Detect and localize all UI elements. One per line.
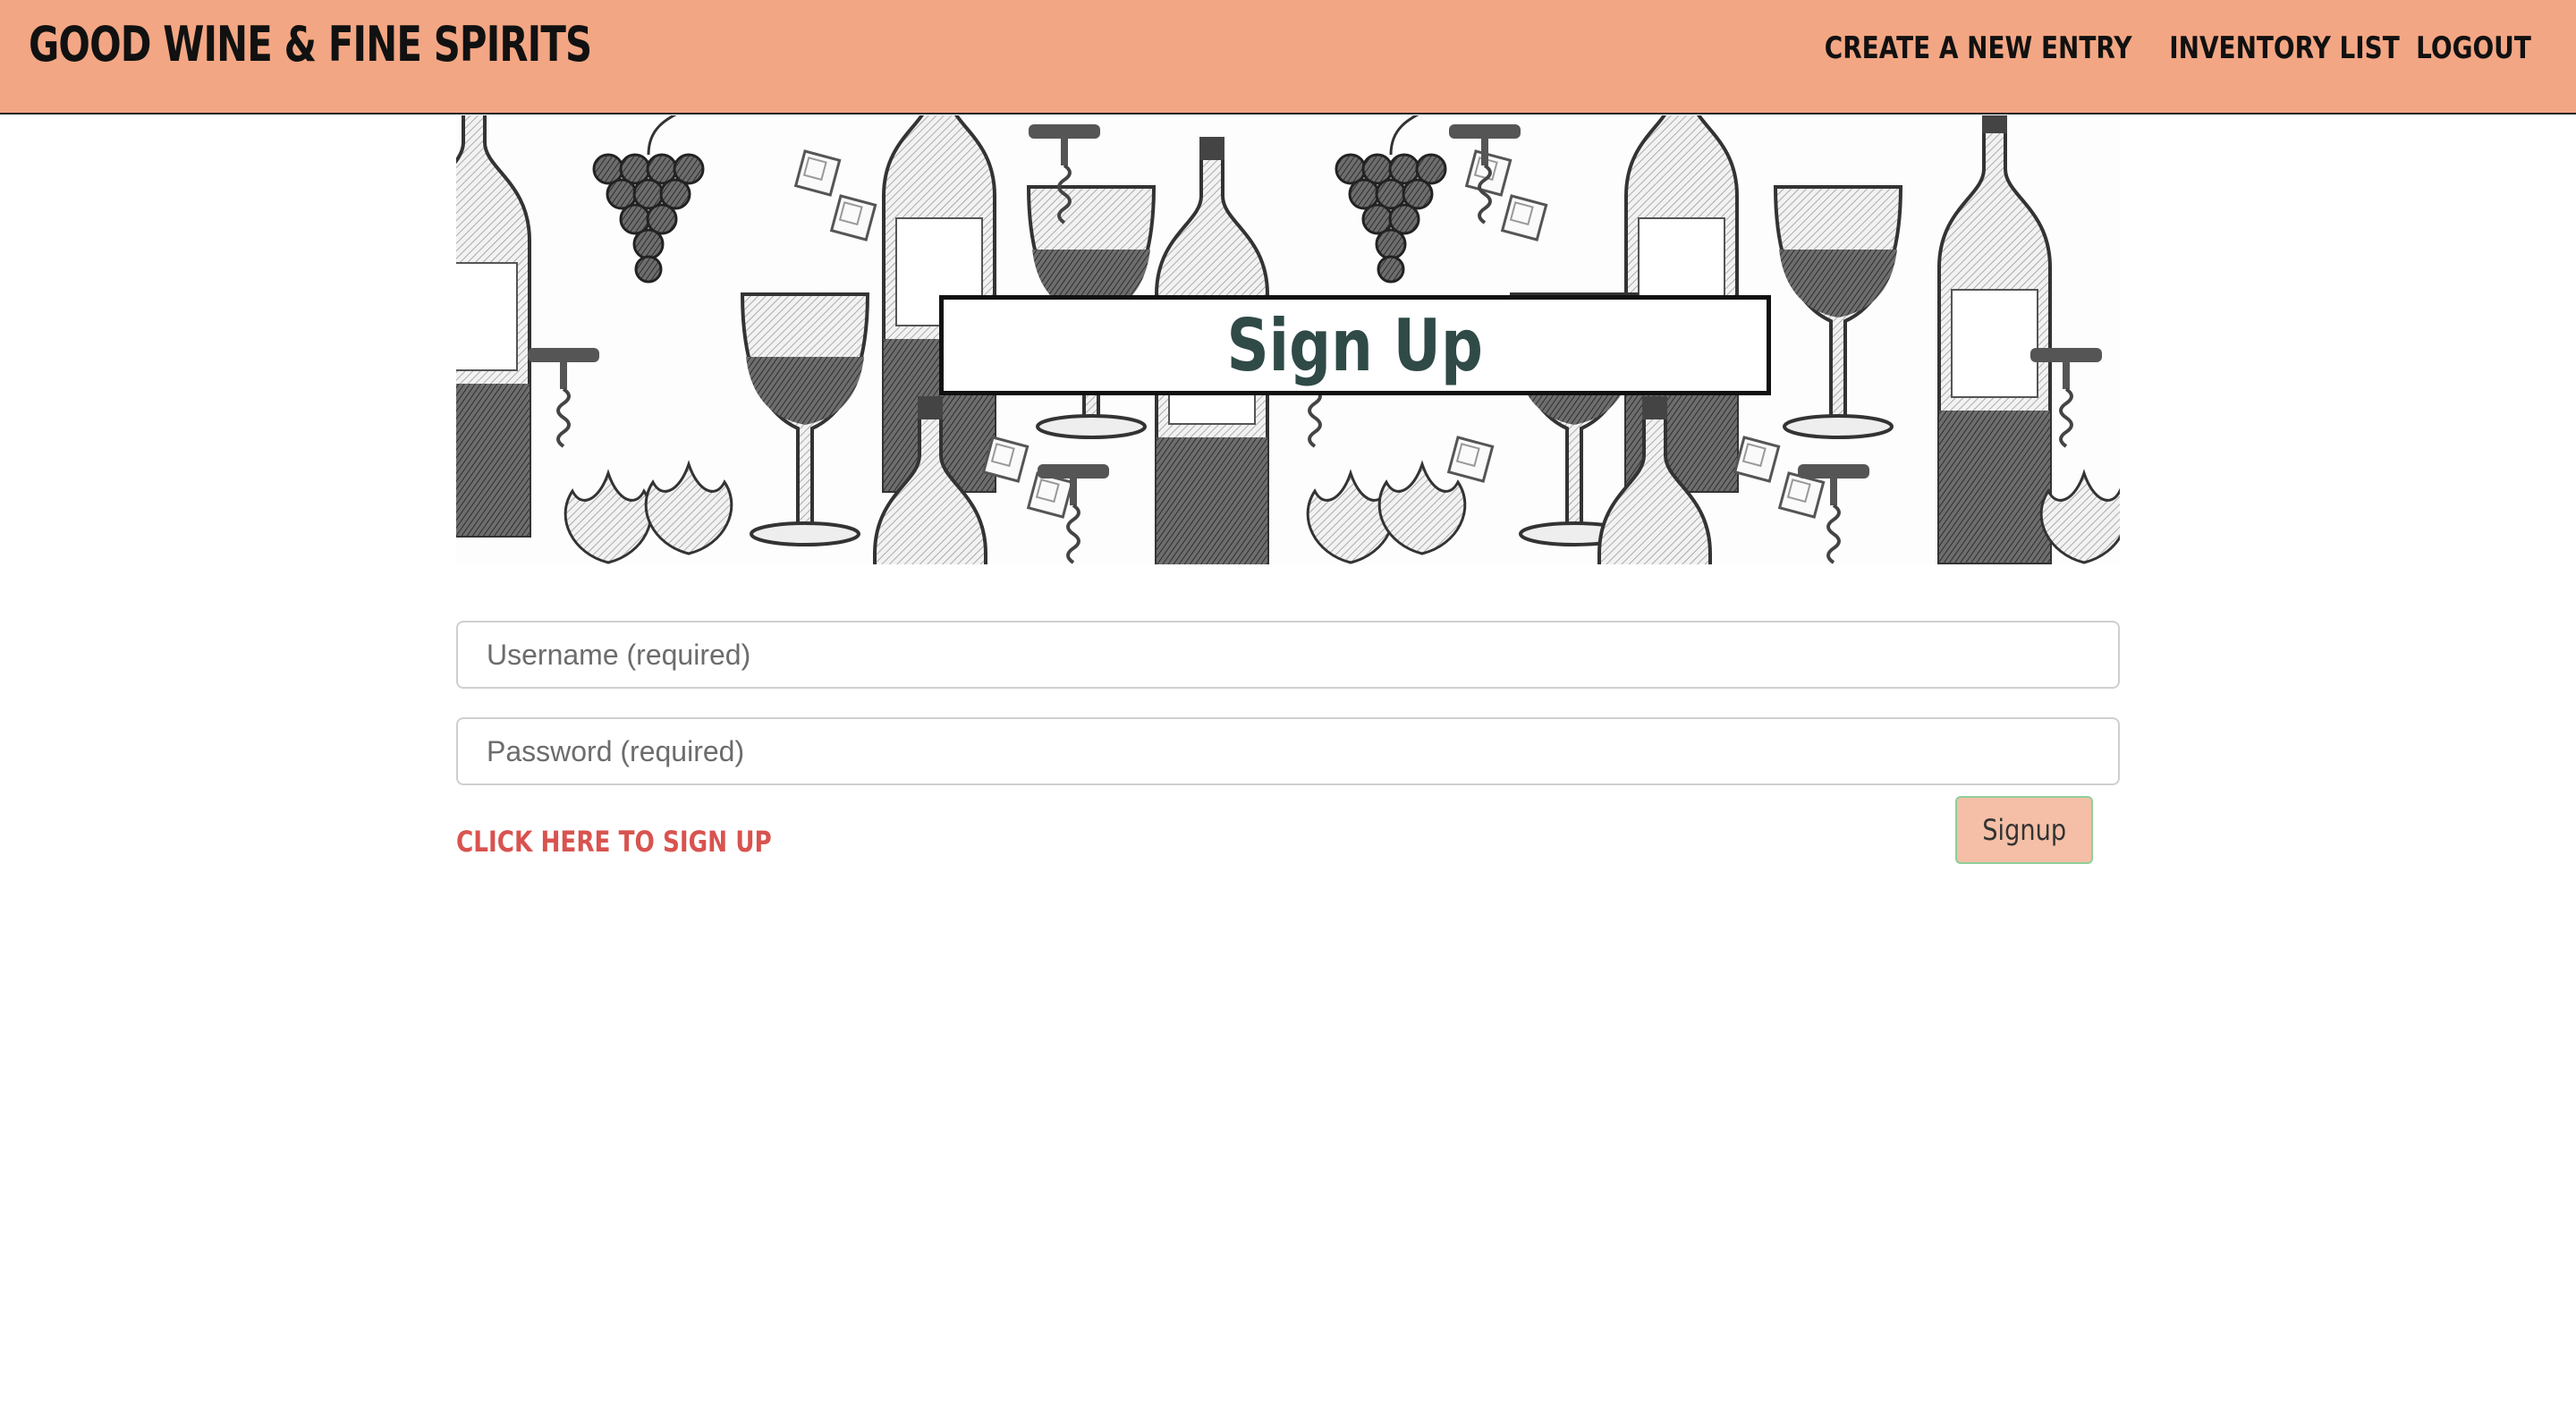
nav-logout[interactable]: LOGOUT: [2416, 30, 2531, 66]
signup-button-label: Signup: [1982, 813, 2066, 847]
page-title-box: Sign Up: [939, 295, 1771, 395]
site-brand[interactable]: GOOD WINE & FINE SPIRITS: [29, 16, 592, 72]
nav-links: CREATE A NEW ENTRY INVENTORY LIST LOGOUT: [1816, 30, 2531, 66]
signup-link[interactable]: CLICK HERE TO SIGN UP: [456, 825, 772, 859]
page-title: Sign Up: [1226, 303, 1484, 387]
signup-button[interactable]: Signup: [1955, 796, 2093, 864]
username-input[interactable]: [456, 621, 2120, 689]
nav-create-entry[interactable]: CREATE A NEW ENTRY: [1825, 30, 2132, 66]
password-input[interactable]: [456, 717, 2120, 785]
top-navbar: GOOD WINE & FINE SPIRITS CREATE A NEW EN…: [0, 0, 2576, 114]
nav-inventory-list[interactable]: INVENTORY LIST: [2169, 30, 2399, 66]
